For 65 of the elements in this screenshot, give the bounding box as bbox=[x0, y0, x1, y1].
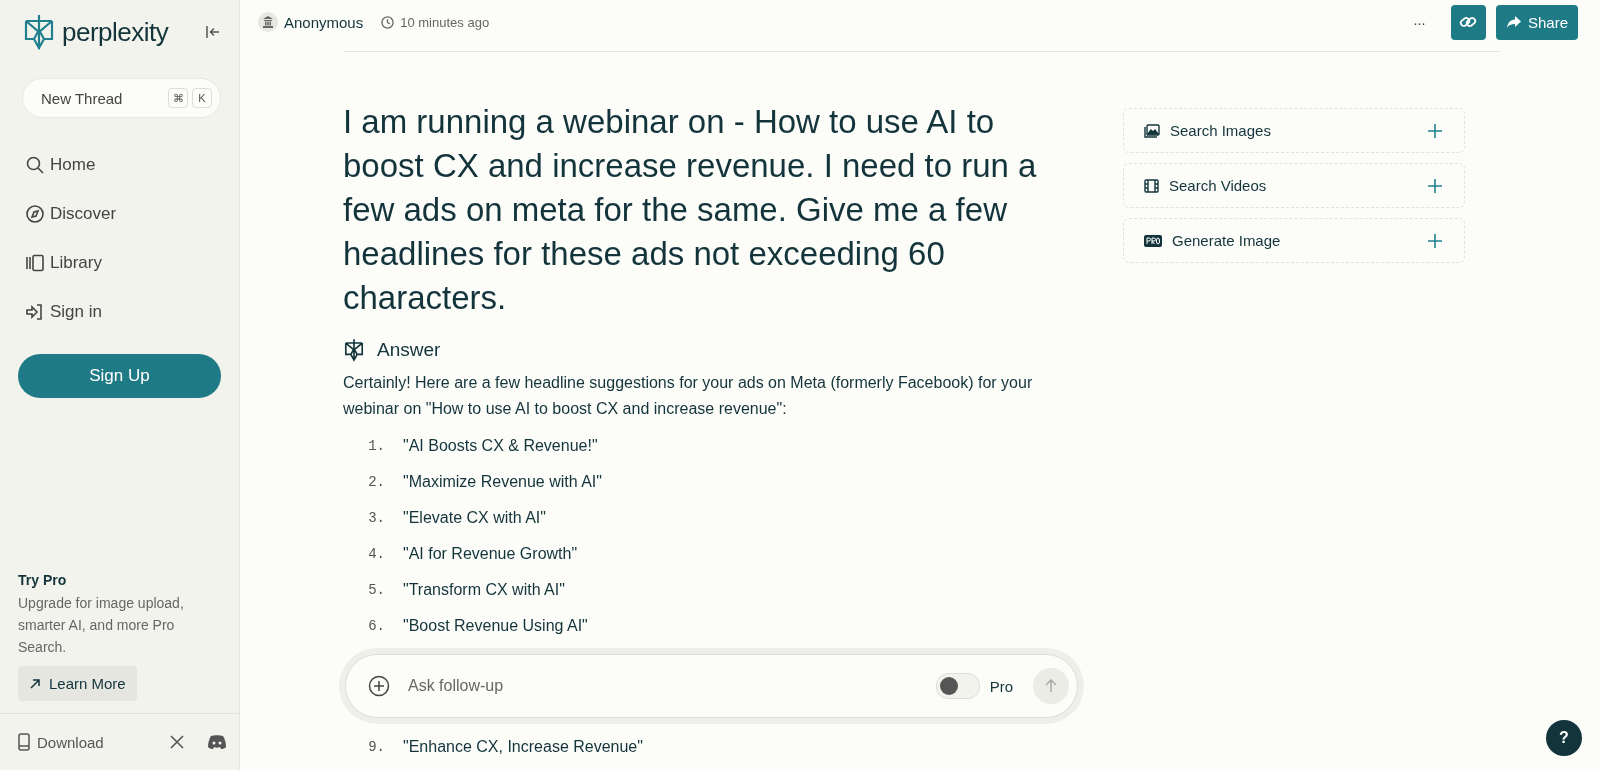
plus-icon bbox=[1428, 123, 1442, 138]
question-heading: I am running a webinar on - How to use AI to boost CX and increase revenue. I need to run a few ads on meta for the same. Give me a few headlines for these ads not exceeding 60 characters. bbox=[343, 102, 1038, 318]
list-number: 3. bbox=[367, 510, 385, 526]
headline-text: "Maximize Revenue with AI" bbox=[403, 473, 602, 491]
timestamp: 10 minutes ago bbox=[400, 14, 490, 30]
promo-title: Try Pro bbox=[18, 572, 68, 588]
clock-icon bbox=[381, 15, 395, 29]
new-thread-button[interactable]: New Thread ⌘ K bbox=[22, 78, 221, 118]
new-thread-label: New Thread bbox=[41, 89, 123, 107]
nav-item[interactable]: Discover bbox=[18, 189, 221, 238]
plus-icon bbox=[1428, 178, 1442, 193]
nav-item[interactable]: Home bbox=[18, 140, 221, 189]
list-number: 4. bbox=[367, 546, 385, 562]
learn-more-button[interactable]: Learn More bbox=[18, 666, 137, 701]
collapse-icon[interactable] bbox=[205, 25, 221, 39]
copy-link-button[interactable] bbox=[1450, 4, 1486, 40]
headline-text: "AI Boosts CX & Revenue!" bbox=[403, 437, 598, 455]
share-button[interactable]: Share bbox=[1495, 4, 1578, 40]
shortcut-key: ⌘ bbox=[168, 88, 188, 108]
x-icon[interactable] bbox=[169, 734, 185, 750]
sign-up-button[interactable]: Sign Up bbox=[18, 354, 221, 398]
headline-text: "Boost Revenue Using AI" bbox=[403, 617, 588, 635]
arrow-icon bbox=[29, 677, 41, 690]
user-name: Anonymous bbox=[284, 13, 364, 31]
sign-in-icon bbox=[25, 301, 45, 322]
avatar-icon bbox=[258, 12, 278, 32]
logo-icon bbox=[22, 13, 56, 51]
film-icon bbox=[1144, 178, 1159, 193]
compass-icon bbox=[25, 203, 45, 224]
image-icon bbox=[1144, 123, 1160, 138]
list-number: 6. bbox=[367, 618, 385, 634]
nav-item[interactable]: Library bbox=[18, 238, 221, 287]
search-icon bbox=[25, 154, 45, 175]
list-number: 2. bbox=[367, 474, 385, 490]
follow-up-input[interactable]: Ask follow-up bbox=[400, 676, 926, 696]
pro-badge-icon bbox=[1144, 234, 1162, 247]
logo-icon bbox=[343, 338, 365, 362]
action-button[interactable]: Generate Image bbox=[1123, 218, 1465, 263]
chat-icon[interactable] bbox=[207, 734, 227, 750]
help-button[interactable]: ? bbox=[1546, 720, 1582, 756]
pro-label: Pro bbox=[989, 677, 1013, 695]
action-button[interactable]: Search Videos bbox=[1123, 163, 1465, 208]
promo-text: Upgrade for image upload, smarter AI, and more Pro Search. bbox=[18, 594, 185, 657]
download-link[interactable]: Download bbox=[18, 733, 104, 751]
headline-text: "Elevate CX with AI" bbox=[403, 509, 546, 527]
headline-text: "AI for Revenue Growth" bbox=[403, 545, 578, 563]
nav-item[interactable]: Sign in bbox=[18, 287, 221, 336]
plus-icon bbox=[1428, 233, 1442, 248]
phone-icon bbox=[18, 733, 30, 751]
pro-toggle[interactable] bbox=[935, 673, 980, 699]
library-icon bbox=[25, 252, 45, 273]
arrow-up-icon bbox=[1044, 679, 1058, 693]
more-button[interactable]: ··· bbox=[1406, 12, 1431, 32]
headline-text: "Transform CX with AI" bbox=[403, 581, 565, 599]
list-number: 1. bbox=[367, 438, 385, 454]
headline-text: "Enhance CX, Increase Revenue" bbox=[403, 738, 643, 756]
answer-title: Answer bbox=[377, 339, 441, 361]
brand-name: perplexity bbox=[62, 16, 169, 48]
action-button[interactable]: Search Images bbox=[1123, 108, 1465, 153]
shortcut-key: K bbox=[192, 88, 212, 108]
list-number: 5. bbox=[367, 582, 385, 598]
list-number: 9. bbox=[367, 739, 385, 755]
share-icon bbox=[1505, 15, 1522, 29]
add-icon[interactable] bbox=[368, 675, 390, 697]
answer-text: Certainly! Here are a few headline suggestions for your ads on Meta (formerly Facebook) for your webinar on "How to use AI to boost CX and increase revenue": bbox=[343, 373, 1034, 419]
